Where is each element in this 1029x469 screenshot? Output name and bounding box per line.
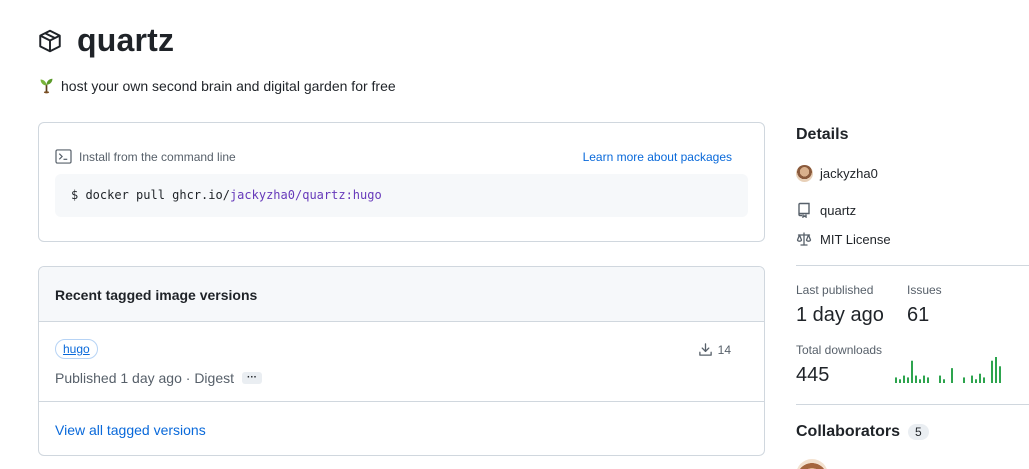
collaborators-heading: Collaborators 5 xyxy=(796,423,929,441)
sidebar-divider xyxy=(796,265,1029,266)
download-count: 14 xyxy=(717,342,731,357)
package-icon xyxy=(39,29,61,52)
sparkline-bar xyxy=(899,379,901,383)
view-all-versions-link[interactable]: View all tagged versions xyxy=(55,422,206,438)
total-downloads-value: 445 xyxy=(796,364,830,386)
description-text: host your own second brain and digital g… xyxy=(61,77,396,94)
package-description: host your own second brain and digital g… xyxy=(38,77,396,94)
sparkline-bar xyxy=(983,377,985,383)
install-heading-text: Install from the command line xyxy=(79,149,236,164)
published-text: Published 1 day ago · Digest xyxy=(55,370,234,386)
sparkline-bar xyxy=(907,377,909,383)
sparkline-bar xyxy=(963,377,965,383)
tagged-versions-panel: Recent tagged image versions hugo Publis… xyxy=(38,266,765,456)
version-row: hugo Published 1 day ago · Digest ··· 14 xyxy=(39,322,764,402)
sparkline-bar xyxy=(939,375,941,383)
last-published-value: 1 day ago xyxy=(796,304,884,326)
sparkline-bar xyxy=(919,379,921,383)
last-published-label: Last published xyxy=(796,283,874,297)
package-page: quartz host your own second brain and di… xyxy=(0,0,1029,469)
sparkline-bar xyxy=(991,360,993,383)
repo-icon xyxy=(798,202,810,218)
issues-label: Issues xyxy=(907,283,942,297)
published-info: Published 1 day ago · Digest ··· xyxy=(55,370,262,386)
sparkline-bar xyxy=(971,375,973,383)
seedling-icon xyxy=(40,78,53,94)
command-owner: jackyzha0 xyxy=(229,188,295,202)
sparkline-bar xyxy=(943,379,945,383)
download-icon xyxy=(698,343,712,356)
version-downloads: 14 xyxy=(698,342,731,357)
law-icon xyxy=(796,232,812,246)
repo-name: quartz xyxy=(820,202,857,218)
sparkline-bar xyxy=(927,377,929,383)
install-panel: Install from the command line Learn more… xyxy=(38,122,765,242)
command-prefix: $ docker pull ghcr.io/ xyxy=(71,188,230,202)
sparkline-bar xyxy=(895,377,897,383)
learn-more-link[interactable]: Learn more about packages xyxy=(583,150,732,164)
issues-value: 61 xyxy=(907,304,930,326)
sparkline-bar xyxy=(995,357,997,383)
digest-expand-button[interactable]: ··· xyxy=(242,372,262,384)
sparkline-bar xyxy=(903,375,905,383)
sparkline-bar xyxy=(923,375,925,383)
sparkline-bar xyxy=(979,373,981,383)
sparkline-bar xyxy=(951,368,953,383)
details-title: Details xyxy=(796,126,849,143)
owner-name: jackyzha0 xyxy=(820,166,878,181)
terminal-icon xyxy=(55,149,72,164)
total-downloads-label: Total downloads xyxy=(796,343,883,357)
sparkline-bar xyxy=(975,379,977,383)
owner-link[interactable]: jackyzha0 xyxy=(796,165,878,182)
owner-avatar xyxy=(796,165,813,182)
command-image: quartz:hugo xyxy=(302,188,382,202)
sidebar-divider-2 xyxy=(796,404,1029,405)
repo-link[interactable]: quartz xyxy=(796,202,856,218)
package-header: quartz xyxy=(37,22,174,59)
sparkline-bar xyxy=(915,375,917,383)
collaborators-count: 5 xyxy=(908,424,929,440)
tag-label[interactable]: hugo xyxy=(55,339,98,359)
sparkline-bar xyxy=(999,366,1001,383)
package-title: quartz xyxy=(77,22,175,58)
sparkline-bar xyxy=(911,360,913,383)
downloads-sparkline xyxy=(895,357,1001,383)
install-command[interactable]: $ docker pull ghcr.io/jackyzha0/quartz:h… xyxy=(55,174,748,217)
install-heading: Install from the command line xyxy=(55,149,236,164)
license-link[interactable]: MIT License xyxy=(796,231,891,247)
collaborators-title: Collaborators xyxy=(796,423,901,440)
versions-heading: Recent tagged image versions xyxy=(39,267,764,322)
license-name: MIT License xyxy=(820,231,891,247)
collaborator-avatar[interactable] xyxy=(796,459,828,469)
